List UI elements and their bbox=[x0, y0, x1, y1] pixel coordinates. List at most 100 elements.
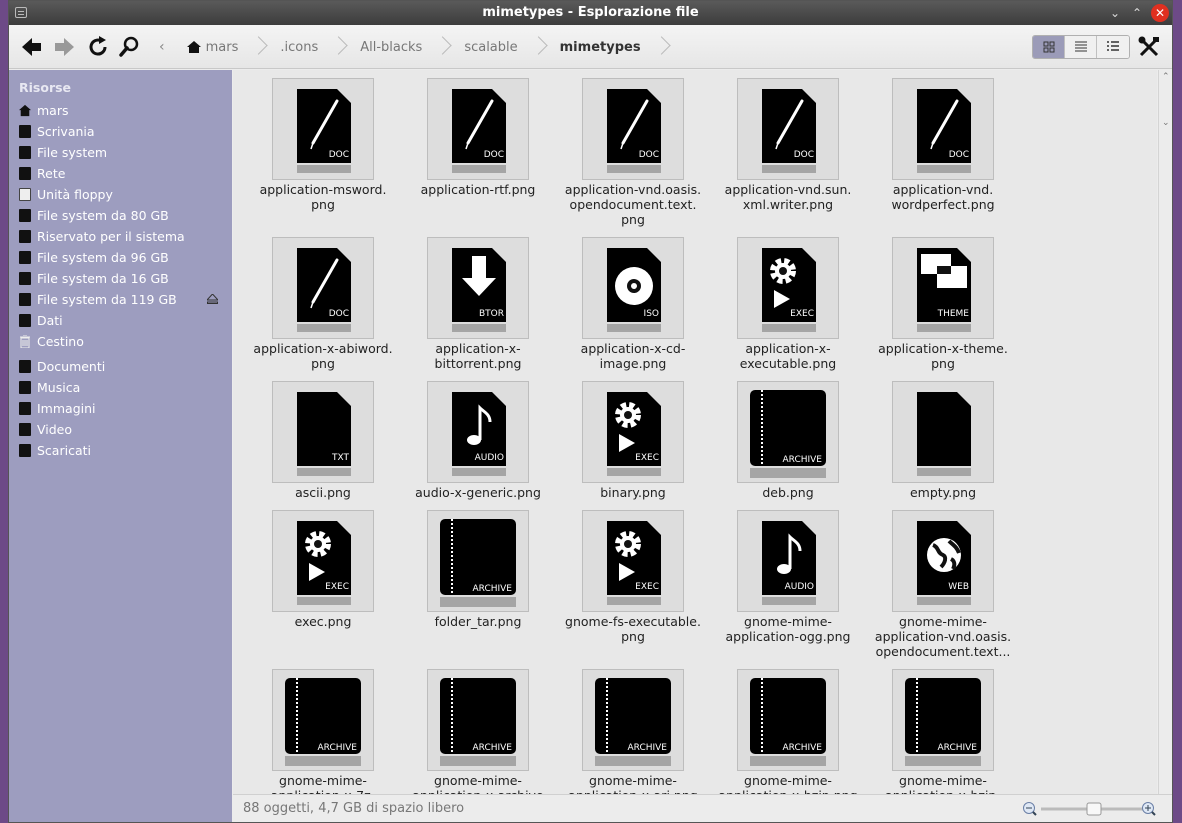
file-name[interactable]: application-msword. png bbox=[248, 182, 398, 212]
title-bar[interactable]: mimetypes - Esplorazione file ⌄ ⌃ ✕ bbox=[9, 1, 1172, 25]
sidebar-item-music[interactable]: Musica bbox=[9, 377, 232, 398]
breadcrumb-label: mimetypes bbox=[559, 39, 641, 55]
sidebar: Risorse mars Scrivania File system Rete … bbox=[9, 70, 232, 822]
file-name[interactable]: application-vnd. wordperfect.png bbox=[868, 182, 1018, 212]
sidebar-item-pictures[interactable]: Immagini bbox=[9, 398, 232, 419]
file-name[interactable]: gnome-mime-application-vnd.oasis. opendoc… bbox=[868, 614, 1018, 659]
file-item[interactable]: BTOR application-x-bittorrent.png bbox=[403, 237, 553, 371]
file-name[interactable]: exec.png bbox=[248, 614, 398, 629]
file-item[interactable]: TXT ascii.png bbox=[248, 381, 398, 500]
file-name[interactable]: application-x-theme. png bbox=[868, 341, 1018, 371]
file-item[interactable]: DOC application-vnd. wordperfect.png bbox=[868, 78, 1018, 212]
file-name[interactable]: application-x-executable.png bbox=[713, 341, 863, 371]
sidebar-item-drive-96gb[interactable]: File system da 96 GB bbox=[9, 247, 232, 268]
sidebar-item-documents[interactable]: Documenti bbox=[9, 356, 232, 377]
search-icon[interactable] bbox=[117, 35, 143, 59]
file-name[interactable]: gnome-mime-application-ogg.png bbox=[713, 614, 863, 644]
file-name[interactable]: empty.png bbox=[868, 485, 1018, 500]
scroll-down-icon[interactable]: ⌄ bbox=[1162, 118, 1170, 128]
reload-icon[interactable] bbox=[85, 35, 111, 59]
file-name[interactable]: gnome-mime-application-x-arj.png bbox=[558, 773, 708, 794]
settings-tools-icon[interactable] bbox=[1136, 35, 1162, 59]
file-item[interactable]: ARCHIVE gnome-mime-application-x-archive bbox=[403, 669, 553, 794]
back-icon[interactable] bbox=[19, 35, 45, 59]
sidebar-item-floppy[interactable]: Unità floppy bbox=[9, 184, 232, 205]
file-item[interactable]: ARCHIVE gnome-mime-application-x-bzip- bbox=[868, 669, 1018, 794]
zoom-slider[interactable] bbox=[1021, 800, 1161, 818]
breadcrumb-item[interactable]: All-blacks bbox=[354, 35, 428, 59]
scroll-up-icon[interactable]: ⌃ bbox=[1162, 72, 1170, 82]
sidebar-item-downloads[interactable]: Scaricati bbox=[9, 440, 232, 461]
drive-icon bbox=[19, 230, 31, 243]
file-item[interactable]: ISO application-x-cd-image.png bbox=[558, 237, 708, 371]
file-item[interactable]: DOC application-vnd.oasis. opendocument.te… bbox=[558, 78, 708, 227]
file-name[interactable]: application-rtf.png bbox=[403, 182, 553, 197]
sidebar-item-filesystem[interactable]: File system bbox=[9, 142, 232, 163]
file-item[interactable]: EXEC gnome-fs-executable. png bbox=[558, 510, 708, 644]
file-item[interactable]: ARCHIVE folder_tar.png bbox=[403, 510, 553, 629]
vertical-scrollbar[interactable]: ⌃ ⌄ bbox=[1158, 70, 1172, 794]
breadcrumb-home[interactable]: mars bbox=[181, 35, 245, 59]
sidebar-item-video[interactable]: Video bbox=[9, 419, 232, 440]
sidebar-item-home[interactable]: mars bbox=[9, 100, 232, 121]
file-name[interactable]: application-x-abiword. png bbox=[248, 341, 398, 371]
sidebar-item-drive-80gb[interactable]: File system da 80 GB bbox=[9, 205, 232, 226]
file-item[interactable]: AUDIO audio-x-generic.png bbox=[403, 381, 553, 500]
file-name[interactable]: folder_tar.png bbox=[403, 614, 553, 629]
file-item[interactable]: AUDIO gnome-mime-application-ogg.png bbox=[713, 510, 863, 644]
forward-icon[interactable] bbox=[51, 35, 77, 59]
file-item[interactable]: EXEC exec.png bbox=[248, 510, 398, 629]
file-name[interactable]: application-x-cd-image.png bbox=[558, 341, 708, 371]
file-item[interactable]: EXEC binary.png bbox=[558, 381, 708, 500]
minimize-icon[interactable]: ⌄ bbox=[1106, 4, 1124, 22]
file-name[interactable]: application-vnd.sun. xml.writer.png bbox=[713, 182, 863, 212]
audio-file-icon: AUDIO bbox=[427, 381, 529, 483]
file-item[interactable]: ARCHIVE gnome-mime-application-x-bzip.png bbox=[713, 669, 863, 794]
icon-view-button[interactable] bbox=[1033, 36, 1065, 58]
sidebar-item-drive-16gb[interactable]: File system da 16 GB bbox=[9, 268, 232, 289]
file-icon-view[interactable]: DOC application-msword. png DOC application-… bbox=[233, 70, 1157, 794]
breadcrumb-item[interactable]: scalable bbox=[458, 35, 523, 59]
sidebar-item-label: Documenti bbox=[37, 359, 106, 374]
file-item[interactable]: empty.png bbox=[868, 381, 1018, 500]
compact-view-button[interactable] bbox=[1065, 36, 1097, 58]
sidebar-item-drive-119gb[interactable]: File system da 119 GB bbox=[9, 289, 232, 310]
sidebar-item-desktop[interactable]: Scrivania bbox=[9, 121, 232, 142]
desktop-icon bbox=[19, 125, 31, 138]
file-name[interactable]: ascii.png bbox=[248, 485, 398, 500]
file-name[interactable]: gnome-fs-executable. png bbox=[558, 614, 708, 644]
sidebar-item-system-reserved[interactable]: Riservato per il sistema bbox=[9, 226, 232, 247]
file-item[interactable]: ARCHIVE deb.png bbox=[713, 381, 863, 500]
breadcrumb-current[interactable]: mimetypes bbox=[554, 35, 647, 59]
file-name[interactable]: application-x-bittorrent.png bbox=[403, 341, 553, 371]
file-name[interactable]: binary.png bbox=[558, 485, 708, 500]
file-item[interactable]: DOC application-msword. png bbox=[248, 78, 398, 212]
breadcrumb-separator-icon bbox=[334, 35, 344, 59]
close-icon[interactable]: ✕ bbox=[1151, 4, 1169, 22]
breadcrumb-scroll-left-icon[interactable]: ‹ bbox=[159, 39, 165, 55]
file-name[interactable]: deb.png bbox=[713, 485, 863, 500]
file-name[interactable]: gnome-mime-application-x-bzip- bbox=[868, 773, 1018, 794]
music-folder-icon bbox=[19, 381, 31, 394]
sidebar-item-trash[interactable]: Cestino bbox=[9, 331, 232, 352]
file-item[interactable]: THEME application-x-theme. png bbox=[868, 237, 1018, 371]
file-item[interactable]: DOC application-rtf.png bbox=[403, 78, 553, 197]
file-type-label: DOC bbox=[639, 150, 659, 160]
file-name[interactable]: gnome-mime-application-x-7z- bbox=[248, 773, 398, 794]
file-item[interactable]: ARCHIVE gnome-mime-application-x-arj.png bbox=[558, 669, 708, 794]
file-item[interactable]: DOC application-x-abiword. png bbox=[248, 237, 398, 371]
file-name[interactable]: gnome-mime-application-x-bzip.png bbox=[713, 773, 863, 794]
file-name[interactable]: application-vnd.oasis. opendocument.text.… bbox=[558, 182, 708, 227]
sidebar-item-network[interactable]: Rete bbox=[9, 163, 232, 184]
sidebar-item-data[interactable]: Dati bbox=[9, 310, 232, 331]
file-name[interactable]: gnome-mime-application-x-archive bbox=[403, 773, 553, 794]
maximize-icon[interactable]: ⌃ bbox=[1128, 4, 1146, 22]
file-item[interactable]: WEB gnome-mime-application-vnd.oasis. open… bbox=[868, 510, 1018, 659]
eject-icon[interactable] bbox=[207, 294, 218, 304]
file-name[interactable]: audio-x-generic.png bbox=[403, 485, 553, 500]
details-view-button[interactable] bbox=[1097, 36, 1129, 58]
file-item[interactable]: ARCHIVE gnome-mime-application-x-7z- bbox=[248, 669, 398, 794]
file-item[interactable]: EXEC application-x-executable.png bbox=[713, 237, 863, 371]
file-item[interactable]: DOC application-vnd.sun. xml.writer.png bbox=[713, 78, 863, 212]
breadcrumb-item[interactable]: .icons bbox=[274, 35, 324, 59]
